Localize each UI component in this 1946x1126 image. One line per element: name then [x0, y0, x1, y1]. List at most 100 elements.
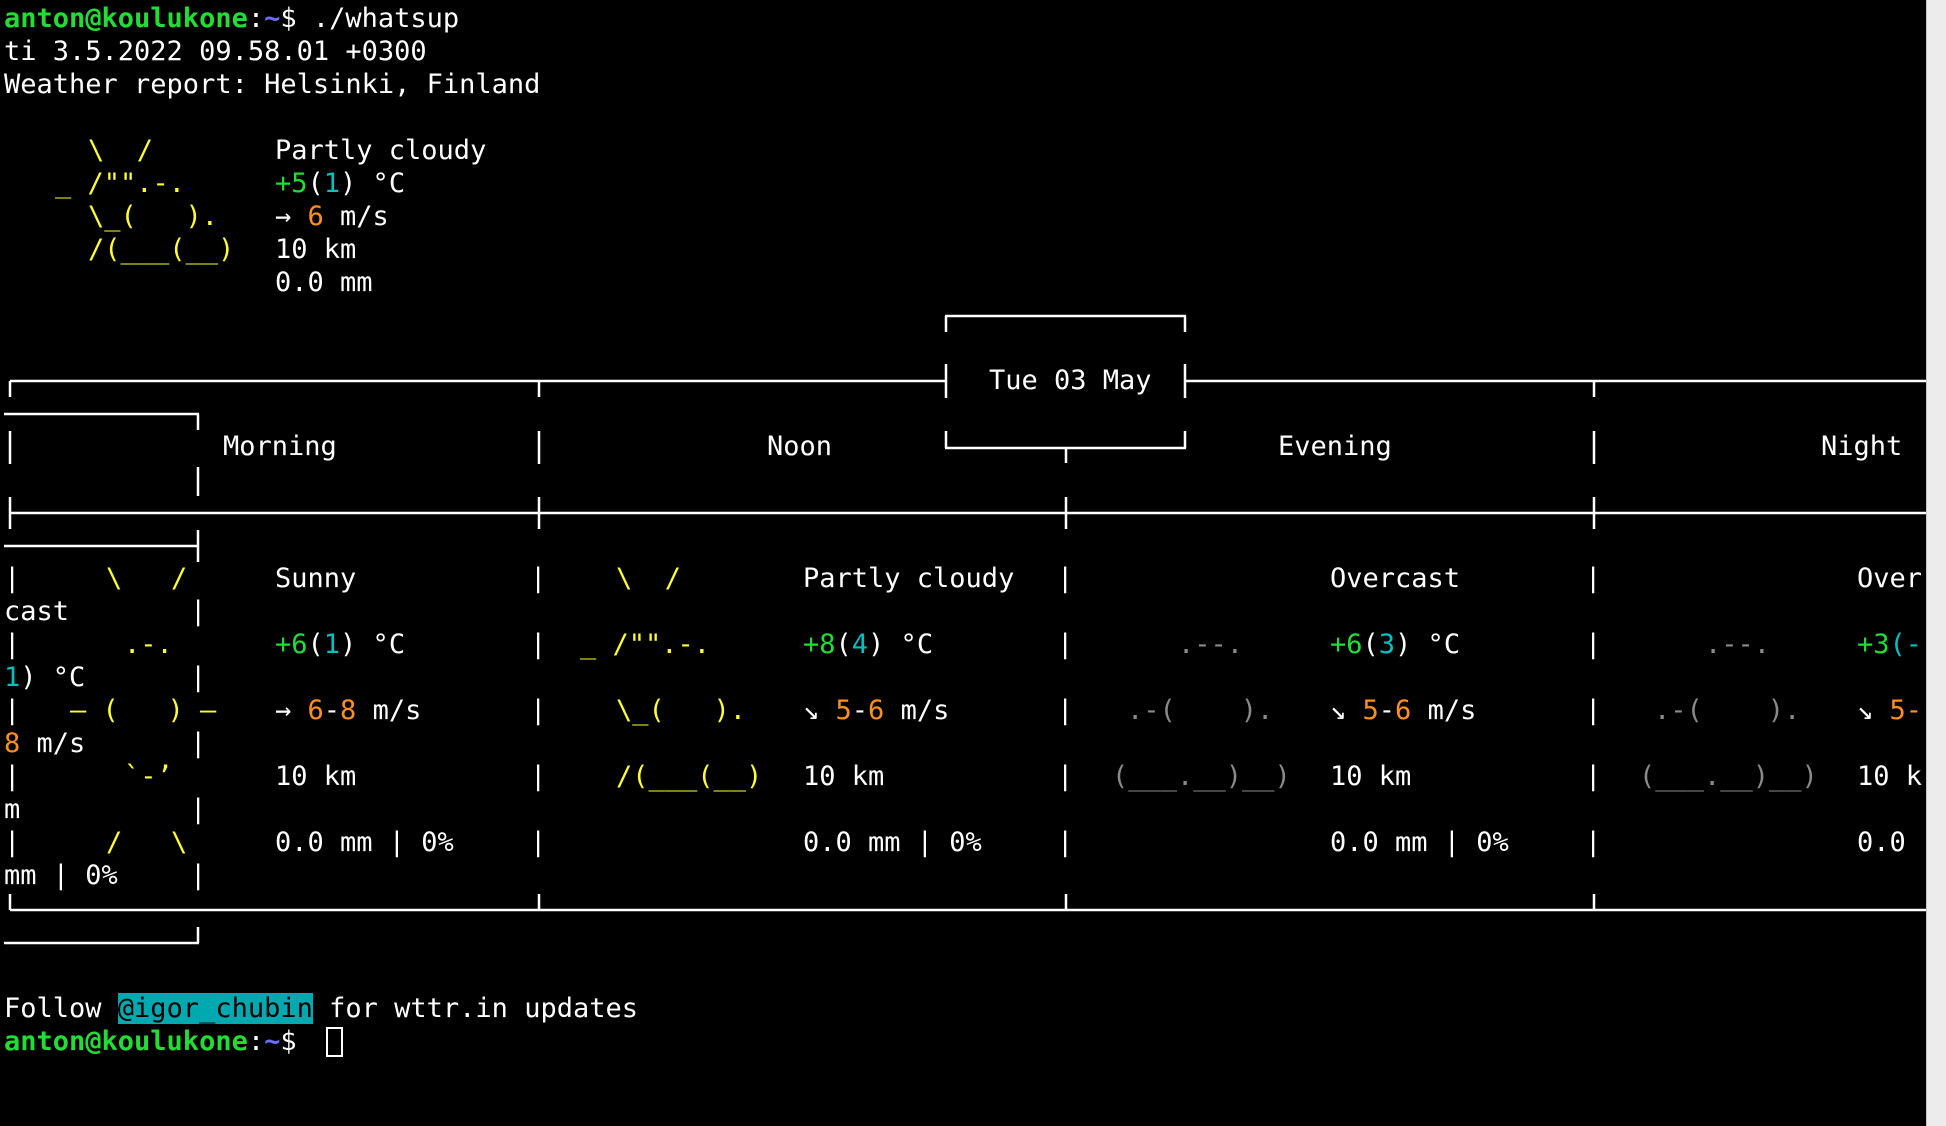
- cell-border: |: [1057, 695, 1074, 726]
- cell-border: |: [1585, 695, 1602, 726]
- cell-border: |: [4, 563, 21, 594]
- text-cursor[interactable]: [326, 1027, 343, 1057]
- cell-border: |: [530, 695, 547, 726]
- temp-rest: (-: [1889, 629, 1923, 660]
- period-header-night: Night: [1821, 431, 1903, 462]
- evening-weather-art-line: .-( ).: [1127, 695, 1274, 726]
- period-header-noon: Noon: [767, 431, 833, 462]
- wind-dash: -: [1378, 695, 1396, 726]
- wrapped-text: cast: [4, 596, 70, 627]
- current-weather-art-line: /(___(__): [88, 234, 235, 265]
- cell-border: |: [4, 695, 21, 726]
- cell-border: |: [1585, 827, 1602, 858]
- evening-condition: Overcast: [1330, 563, 1461, 594]
- cell-border: |: [530, 563, 547, 594]
- cell-border: |: [530, 827, 547, 858]
- morning-weather-art-line: \ /: [106, 563, 188, 594]
- footer-line: Follow @igor_chubin for wttr.in updates: [4, 992, 638, 1025]
- wind-low: 6: [307, 695, 324, 726]
- noon-visibility: 10 km: [803, 761, 885, 792]
- noon-weather-art-line: _ /"".-.: [580, 629, 711, 660]
- wind-arrow-icon: →: [275, 201, 308, 232]
- day-label: Tue 03 May: [989, 365, 1152, 396]
- cell-border: |: [190, 662, 207, 693]
- prompt-user-host: anton@koulukone: [4, 3, 248, 34]
- cell-border: |: [1057, 629, 1074, 660]
- wind-unit: m/s: [323, 201, 389, 232]
- current-weather-art-line: \_( ).: [88, 201, 219, 232]
- report-title: Weather report: Helsinki, Finland: [4, 69, 541, 100]
- cell-border: |: [190, 728, 207, 759]
- wind-dash: -: [323, 695, 341, 726]
- noon-condition: Partly cloudy: [803, 563, 1015, 594]
- cell-border: |: [1585, 761, 1602, 792]
- wind-low: 5: [835, 695, 852, 726]
- scrollbar[interactable]: [1926, 0, 1946, 1126]
- wind-unit: m/s: [356, 695, 422, 726]
- wind-high: 8: [340, 695, 357, 726]
- footer-text: for wttr.in updates: [312, 993, 638, 1024]
- wind-unit: m/s: [1411, 695, 1477, 726]
- wrapped-text: 1) °C: [4, 662, 86, 693]
- morning-wind: → 6-8 m/s: [275, 694, 421, 727]
- wind-arrow-icon: →: [275, 695, 308, 726]
- morning-temperature: +6(1) °C: [275, 628, 405, 661]
- temp-main: +3: [1857, 629, 1890, 660]
- wind-dash: -: [851, 695, 869, 726]
- prompt-symbol: $: [280, 3, 313, 34]
- terminal-window[interactable]: anton@koulukone:~$ ./whatsup ti 3.5.2022…: [0, 0, 1926, 1126]
- footer-text: Follow: [4, 993, 118, 1024]
- current-temperature: +5(1) °C: [275, 167, 405, 200]
- evening-temperature: +6(3) °C: [1330, 628, 1460, 661]
- evening-visibility: 10 km: [1330, 761, 1412, 792]
- command-text: ./whatsup: [312, 3, 460, 34]
- noon-temperature: +8(4) °C: [803, 628, 933, 661]
- morning-weather-art-line: ― ( ) ―: [70, 695, 217, 726]
- current-condition: Partly cloudy: [275, 135, 487, 166]
- morning-visibility: 10 km: [275, 761, 357, 792]
- temp-main: +5: [275, 168, 308, 199]
- wind-arrow-icon: ↘: [1857, 695, 1890, 726]
- temp-main: +6: [275, 629, 308, 660]
- evening-weather-art-line: (___.__)__): [1112, 761, 1291, 792]
- cell-border: |: [1057, 563, 1074, 594]
- wind-high: 6: [868, 695, 885, 726]
- night-weather-art-line: .-( ).: [1654, 695, 1801, 726]
- cell-border: |: [1585, 563, 1602, 594]
- temp-paren: (: [307, 168, 324, 199]
- noon-wind: ↘ 5-6 m/s: [803, 694, 949, 727]
- morning-condition: Sunny: [275, 563, 357, 594]
- temp-unit: ) °C: [1395, 629, 1461, 660]
- temp-paren: (: [835, 629, 852, 660]
- noon-precipitation: 0.0 mm | 0%: [803, 827, 982, 858]
- command-line: anton@koulukone:~$ ./whatsup: [4, 2, 459, 35]
- evening-wind: ↘ 5-6 m/s: [1330, 694, 1476, 727]
- current-precipitation: 0.0 mm: [275, 267, 373, 298]
- period-header-evening: Evening: [1278, 431, 1392, 462]
- prompt-path: ~: [264, 1026, 281, 1057]
- temp-paren: (: [307, 629, 324, 660]
- evening-precipitation: 0.0 mm | 0%: [1330, 827, 1509, 858]
- cell-border: |: [530, 629, 547, 660]
- cell-border: |: [190, 596, 207, 627]
- temp-feels: 3: [1378, 629, 1396, 660]
- temp-main: +6: [1330, 629, 1363, 660]
- prompt-line[interactable]: anton@koulukone:~$: [4, 1025, 313, 1058]
- temp-unit: ) °C: [340, 168, 406, 199]
- temp-feels: 1: [323, 168, 341, 199]
- morning-precipitation: 0.0 mm | 0%: [275, 827, 454, 858]
- wind-low: 5-: [1889, 695, 1923, 726]
- wrapped-text: mm | 0%: [4, 860, 118, 891]
- night-weather-art-line: (___.__)__): [1639, 761, 1818, 792]
- prompt-separator: :: [247, 3, 265, 34]
- period-header-morning: Morning: [223, 431, 337, 462]
- prompt-path: ~: [264, 3, 281, 34]
- temp-feels: 4: [851, 629, 869, 660]
- cell-border: |: [190, 794, 207, 825]
- wind-arrow-icon: ↘: [1330, 695, 1363, 726]
- twitter-handle-link[interactable]: @igor_chubin: [117, 993, 313, 1024]
- night-condition: Over: [1857, 563, 1923, 594]
- cell-border: |: [1057, 761, 1074, 792]
- wind-low: 5: [1362, 695, 1379, 726]
- morning-weather-art-line: / \: [106, 827, 188, 858]
